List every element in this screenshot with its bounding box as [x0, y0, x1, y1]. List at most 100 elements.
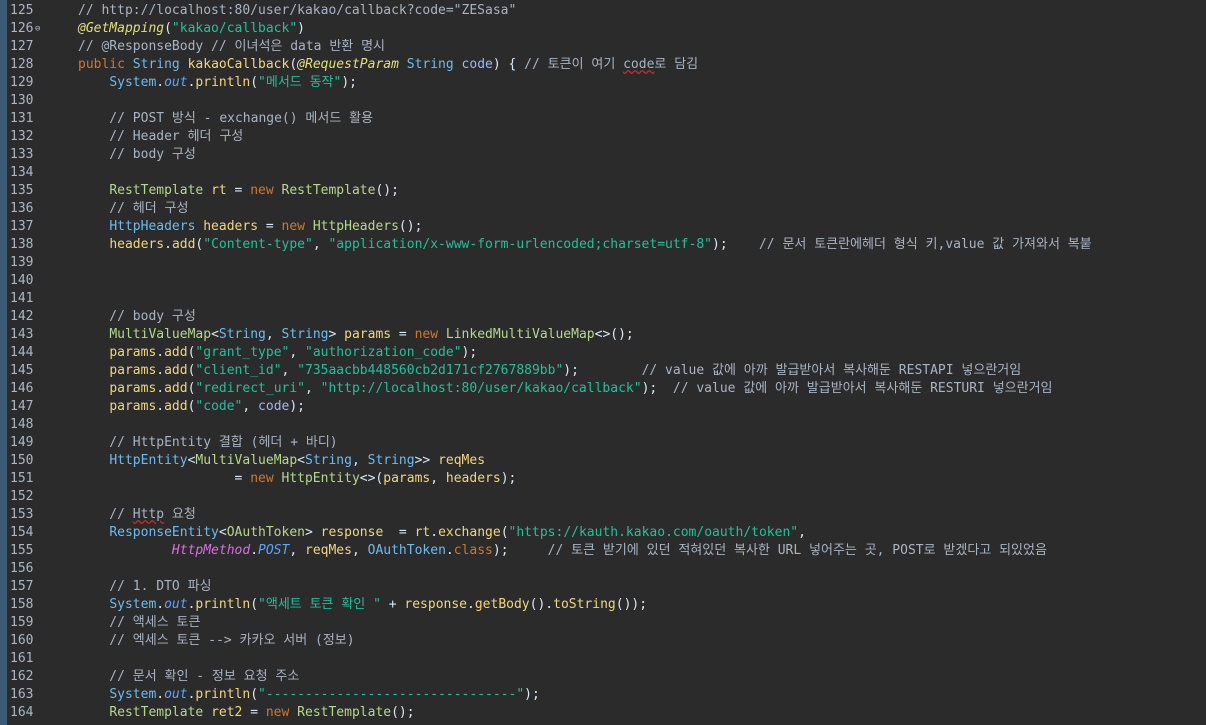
line-number: 134 — [10, 165, 34, 180]
code-token: System — [109, 597, 157, 612]
code-token: "https://kauth.kakao.com/oauth/token" — [508, 525, 799, 540]
code-token: add — [164, 381, 188, 396]
line-number: 164 — [10, 705, 34, 720]
code-text: // POST 방식 - exchange() 메서드 활용 — [78, 110, 373, 128]
code-line[interactable]: 143 MultiValueMap<String, String> params… — [0, 326, 1206, 344]
code-token: String — [218, 327, 266, 342]
code-line[interactable]: 141 — [0, 290, 1206, 308]
code-line[interactable]: 137 HttpHeaders headers = new HttpHeader… — [0, 218, 1206, 236]
code-token: (); — [391, 705, 415, 720]
code-text: @GetMapping("kakao/callback") — [78, 20, 305, 38]
code-text: params.add("grant_type", "authorization_… — [78, 344, 477, 362]
code-line[interactable]: 154 ResponseEntity<OAuthToken> response … — [0, 524, 1206, 542]
code-token: code — [258, 399, 290, 414]
code-line[interactable]: 152 — [0, 488, 1206, 506]
code-line[interactable]: 160 // 엑세스 토큰 --> 카카오 서버 (정보) — [0, 632, 1206, 650]
code-line[interactable]: 133 // body 구성 — [0, 146, 1206, 164]
code-line[interactable]: 134 — [0, 164, 1206, 182]
line-number: 139 — [10, 255, 34, 270]
code-line[interactable]: 125 // http://localhost:80/user/kakao/cal… — [0, 2, 1206, 20]
code-line[interactable]: 129 System.out.println("메서드 동작"); — [0, 74, 1206, 92]
line-number: 145 — [10, 363, 34, 378]
code-token: , — [351, 453, 368, 468]
code-token: Http — [132, 507, 165, 522]
code-line[interactable]: 164 RestTemplate ret2 = new RestTemplate… — [0, 704, 1206, 722]
code-line[interactable]: 126 ⊖ @GetMapping("kakao/callback") — [0, 20, 1206, 38]
code-line[interactable]: 155 HttpMethod.POST, reqMes, OAuthToken.… — [0, 542, 1206, 560]
code-line[interactable]: 156 — [0, 560, 1206, 578]
code-token: ( — [289, 57, 298, 72]
code-token: . — [156, 399, 165, 414]
code-line[interactable]: 149 // HttpEntity 결합 (헤더 + 바디) — [0, 434, 1206, 452]
code-token: "code" — [195, 399, 243, 414]
code-line[interactable]: 159 // 액세스 토큰 — [0, 614, 1206, 632]
code-token: < — [218, 525, 227, 540]
code-token: . — [156, 75, 165, 90]
code-line[interactable]: 145 params.add("client_id", "735aacbb448… — [0, 362, 1206, 380]
code-line[interactable]: 153 // Http 요청 — [0, 506, 1206, 524]
code-line[interactable]: 131 // POST 방식 - exchange() 메서드 활용 — [0, 110, 1206, 128]
code-line[interactable]: 147 params.add("code", code); — [0, 398, 1206, 416]
code-line[interactable]: 146 params.add("redirect_uri", "http://l… — [0, 380, 1206, 398]
code-text: public String kakaoCallback(@RequestPara… — [78, 56, 698, 74]
code-token: "redirect_uri" — [195, 381, 305, 396]
line-number: 157 — [10, 579, 34, 594]
code-token: (); — [375, 183, 399, 198]
code-line[interactable]: 158 System.out.println("액세트 토큰 확인 " + re… — [0, 596, 1206, 614]
code-editor[interactable]: 125 // http://localhost:80/user/kakao/cal… — [0, 0, 1206, 725]
code-line[interactable]: 140 — [0, 272, 1206, 290]
code-line[interactable]: 127 // @ResponseBody // 이녀석은 data 반환 명시 — [0, 38, 1206, 56]
code-line[interactable]: 161 — [0, 650, 1206, 668]
code-line[interactable]: 139 — [0, 254, 1206, 272]
line-number: 149 — [10, 435, 34, 450]
code-line[interactable]: 128 public String kakaoCallback(@RequestP… — [0, 56, 1206, 74]
code-token: ); — [500, 471, 517, 486]
code-token: ) { — [492, 57, 525, 72]
code-line[interactable]: 151 = new HttpEntity<>(params, headers); — [0, 470, 1206, 488]
code-token: = — [258, 219, 282, 234]
code-token: kakaoCallback — [187, 57, 290, 72]
code-line[interactable]: 148 — [0, 416, 1206, 434]
code-text: HttpEntity<MultiValueMap<String, String>… — [78, 452, 485, 470]
code-line[interactable]: 163 System.out.println("----------------… — [0, 686, 1206, 704]
code-text: MultiValueMap<String, String> params = n… — [78, 326, 633, 344]
line-number: 136 — [10, 201, 34, 216]
code-token: , — [798, 525, 806, 540]
line-number: 153 — [10, 507, 34, 522]
code-token: println — [195, 597, 251, 612]
code-text: // 헤더 구성 — [78, 200, 188, 218]
code-line[interactable]: 157 // 1. DTO 파싱 — [0, 578, 1206, 596]
code-line[interactable]: 144 params.add("grant_type", "authorizat… — [0, 344, 1206, 362]
line-number: 151 — [10, 471, 34, 486]
code-line[interactable]: 142 // body 구성 — [0, 308, 1206, 326]
code-line[interactable]: 130 — [0, 92, 1206, 110]
line-number: 132 — [10, 129, 34, 144]
code-line[interactable]: 138 headers.add("Content-type", "applica… — [0, 236, 1206, 254]
code-token: getBody — [474, 597, 530, 612]
code-area[interactable]: 125 // http://localhost:80/user/kakao/cal… — [0, 2, 1206, 722]
code-line[interactable]: 162 // 문서 확인 - 정보 요청 주소 — [0, 668, 1206, 686]
code-text: // HttpEntity 결합 (헤더 + 바디) — [78, 434, 337, 452]
code-line[interactable]: 150 HttpEntity<MultiValueMap<String, Str… — [0, 452, 1206, 470]
code-token: String — [132, 57, 188, 72]
code-text: System.out.println("--------------------… — [78, 686, 540, 704]
code-text: // 액세스 토큰 — [78, 614, 200, 632]
code-token: HttpMethod — [171, 543, 251, 558]
code-token: public — [78, 57, 133, 72]
code-token: . — [445, 543, 454, 558]
code-token: rt — [414, 525, 431, 540]
code-line[interactable]: 132 // Header 헤더 구성 — [0, 128, 1206, 146]
line-number: 146 — [10, 381, 34, 396]
code-token: = — [226, 183, 251, 198]
line-number: 128 — [10, 57, 34, 72]
code-token: params — [344, 327, 392, 342]
fold-collapse-icon[interactable]: ⊖ — [35, 20, 40, 38]
code-token: ( — [250, 597, 259, 612]
code-token: // 액세스 토큰 — [78, 615, 201, 630]
code-line[interactable]: 135 RestTemplate rt = new RestTemplate()… — [0, 182, 1206, 200]
code-token: . — [164, 237, 172, 252]
code-line[interactable]: 136 // 헤더 구성 — [0, 200, 1206, 218]
line-number: 135 — [10, 183, 34, 198]
